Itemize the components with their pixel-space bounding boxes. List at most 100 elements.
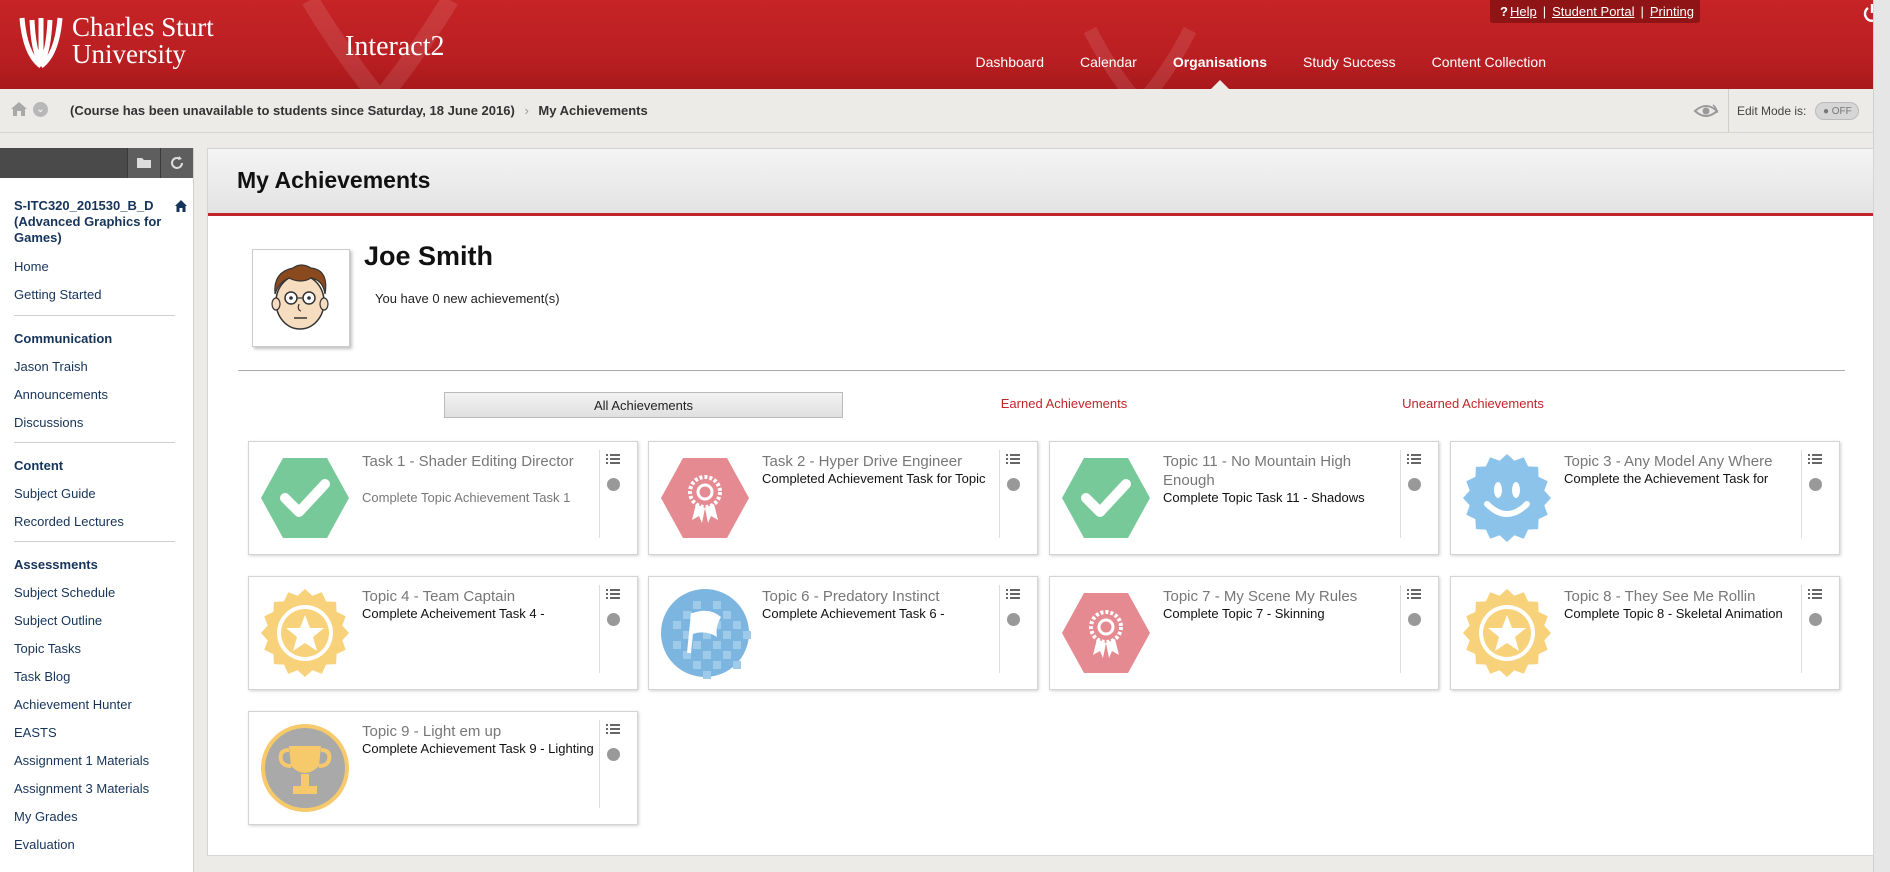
achievement-title: Topic 4 - Team Captain [362,588,516,605]
achievement-description: Complete Topic Task 11 - Shadows [1163,490,1365,505]
chevron-right-icon: › [524,103,529,118]
achievement-card[interactable]: Topic 9 - Light em up Complete Achievemen… [248,711,638,825]
student-portal-link[interactable]: Student Portal [1552,4,1634,19]
achievement-description: Completed Achievement Task for Topic [762,471,986,486]
tab-calendar[interactable]: Calendar [1080,54,1137,70]
page-scrollbar[interactable] [1873,0,1890,872]
page-header [208,149,1873,216]
green-check-hexagon-badge-icon [261,458,349,538]
sidebar-item-easts[interactable]: EASTS [14,724,193,752]
sidebar-item-subject-guide[interactable]: Subject Guide [14,485,193,513]
utility-links: ? Help | Student Portal | Printing [1490,0,1700,23]
achievement-card[interactable]: Topic 8 - They See Me Rollin Complete Top… [1450,576,1840,690]
achievement-card[interactable]: Topic 7 - My Scene My Rules Complete Topi… [1049,576,1439,690]
divider [1400,585,1401,673]
sidebar-item-evaluation[interactable]: Evaluation [14,836,193,864]
content-panel: My Achievements Joe Smith You have 0 new… [207,148,1874,856]
sidebar-item-topic-tasks[interactable]: Topic Tasks [14,640,193,668]
logo-text-line1: Charles Sturt [72,12,214,42]
achievement-card[interactable]: Topic 6 - Predatory Instinct Complete Ach… [648,576,1038,690]
achievement-description: Complete Topic 8 - Skeletal Animation [1564,606,1783,621]
sidebar-heading-communication[interactable]: Communication [14,330,193,358]
status-dot-icon [1007,478,1020,491]
printing-link[interactable]: Printing [1650,4,1694,19]
sidebar-item-subject-schedule[interactable]: Subject Schedule [14,584,193,612]
tab-study-success[interactable]: Study Success [1303,54,1396,70]
sidebar-item-discussions[interactable]: Discussions [14,414,193,442]
tab-content-collection[interactable]: Content Collection [1432,54,1546,70]
filter-all-achievements[interactable]: All Achievements [444,392,843,418]
sidebar-item-subject-outline[interactable]: Subject Outline [14,612,193,640]
status-dot-icon [1408,613,1421,626]
blue-flag-circle-badge-icon [661,589,751,679]
sidebar-item-getting-started[interactable]: Getting Started [14,286,193,314]
filter-earned-achievements[interactable]: Earned Achievements [978,396,1150,411]
sidebar-heading-content[interactable]: Content [14,457,193,485]
sidebar-item-announcements[interactable]: Announcements [14,386,193,414]
cartoon-face-avatar-icon [271,264,329,330]
sidebar-item-jason-traish[interactable]: Jason Traish [14,358,193,386]
separator: | [1542,4,1547,19]
red-ribbon-hexagon-badge-icon [1062,593,1150,673]
sidebar-heading-assessments[interactable]: Assessments [14,556,193,584]
blue-smiley-seal-badge-icon [1463,454,1551,542]
sidebar-item-home[interactable]: Home [14,258,193,286]
course-title[interactable]: S-ITC320_201530_B_D (Advanced Graphics f… [14,198,174,246]
list-menu-icon[interactable] [1006,453,1020,465]
edit-mode-toggle[interactable]: ● OFF [1815,101,1860,120]
sidebar-item-recorded-lectures[interactable]: Recorded Lectures [14,513,193,541]
divider [1801,585,1802,673]
avatar [252,249,350,347]
status-dot-icon [607,748,620,761]
list-menu-icon[interactable] [1808,453,1822,465]
divider [599,585,600,673]
student-preview-eye-icon[interactable] [1693,101,1719,121]
list-menu-icon[interactable] [1808,588,1822,600]
help-link[interactable]: Help [1510,4,1537,19]
achievement-title: Topic 9 - Light em up [362,723,502,740]
achievement-card[interactable]: Topic 4 - Team Captain Complete Acheiveme… [248,576,638,690]
top-navigation: Dashboard Calendar Organisations Study S… [940,54,1546,89]
gold-star-seal-badge-icon [1463,589,1551,677]
university-logo[interactable]: Charles Sturt University [18,14,214,70]
list-menu-icon[interactable] [606,453,620,465]
sidebar-item-assignment-3-materials[interactable]: Assignment 3 Materials [14,780,193,808]
course-menu: S-ITC320_201530_B_D (Advanced Graphics f… [0,148,194,872]
achievement-card[interactable]: Task 1 - Shader Editing Director Complete… [248,441,638,555]
breadcrumb-bar: ⌄ (Course has been unavailable to studen… [0,89,1873,133]
achievement-description: Complete Achievement Task 9 - Lighting [362,741,594,756]
achievement-description: Complete the Achievement Task for [1564,471,1769,486]
course-menu-toolbar [0,148,193,178]
achievement-card[interactable]: Task 2 - Hyper Drive Engineer Completed A… [648,441,1038,555]
folder-view-icon[interactable] [127,148,160,178]
achievement-card[interactable]: Topic 11 - No Mountain High Enough Comple… [1049,441,1439,555]
tab-dashboard[interactable]: Dashboard [976,54,1045,70]
list-menu-icon[interactable] [606,723,620,735]
divider [238,370,1845,371]
course-home-icon[interactable] [174,199,188,213]
home-icon[interactable] [10,101,28,117]
achievement-description: Complete Topic Achievement Task 1 [362,490,571,505]
refresh-icon[interactable] [160,148,193,178]
achievement-description: Complete Achievement Task 6 - [762,606,945,621]
breadcrumb-course[interactable]: (Course has been unavailable to students… [70,103,515,118]
list-menu-icon[interactable] [1407,588,1421,600]
sidebar-item-my-grades[interactable]: My Grades [14,808,193,836]
list-menu-icon[interactable] [1407,453,1421,465]
green-check-hexagon-badge-icon [1062,458,1150,538]
sidebar-item-task-blog[interactable]: Task Blog [14,668,193,696]
sidebar-item-assignment-1-materials[interactable]: Assignment 1 Materials [14,752,193,780]
chevron-down-icon[interactable]: ⌄ [33,102,48,117]
tab-organisations[interactable]: Organisations [1173,54,1267,89]
filter-unearned-achievements[interactable]: Unearned Achievements [1363,396,1583,411]
list-menu-icon[interactable] [1006,588,1020,600]
divider [14,442,175,443]
achievement-title: Topic 3 - Any Model Any Where [1564,453,1773,470]
sidebar-item-achievement-hunter[interactable]: Achievement Hunter [14,696,193,724]
csu-logo-mark-icon [19,17,63,69]
achievement-card[interactable]: Topic 3 - Any Model Any Where Complete th… [1450,441,1840,555]
separator: | [1640,4,1644,19]
status-dot-icon [1809,478,1822,491]
list-menu-icon[interactable] [606,588,620,600]
divider [999,585,1000,673]
